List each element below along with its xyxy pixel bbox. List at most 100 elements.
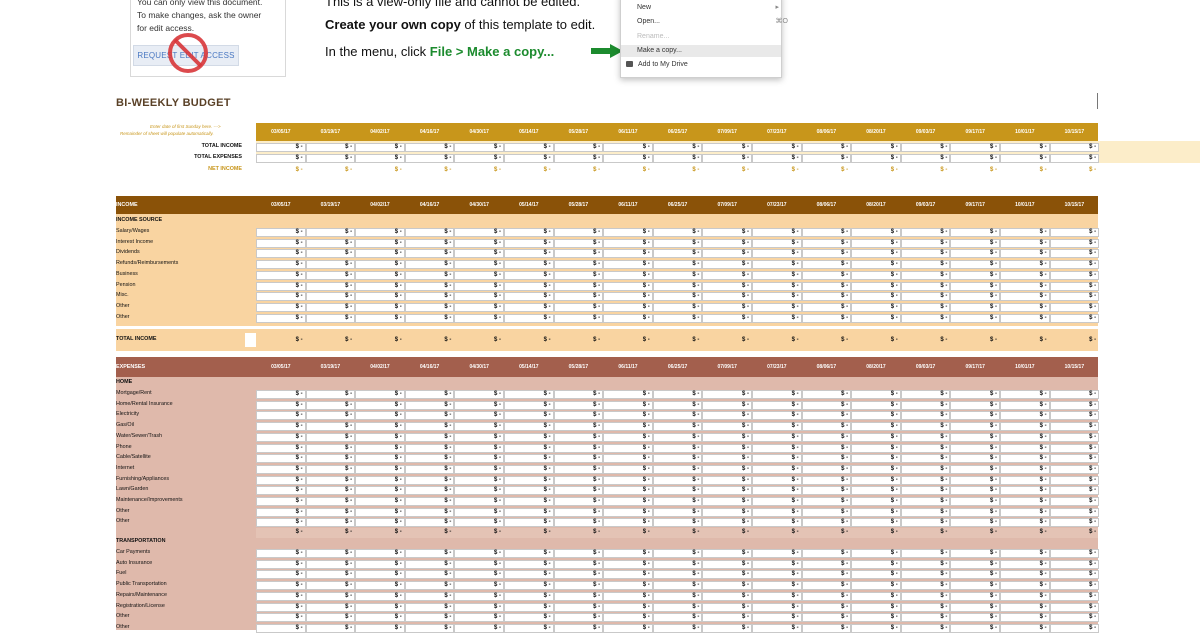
date-header: 03/05/17 <box>271 364 291 370</box>
home-row-label: Furnishing/Appliances <box>116 475 170 482</box>
transport-row-value: $ - <box>1039 614 1047 621</box>
summary-row-value: $ - <box>841 155 849 161</box>
menu-item-rename[interactable]: Rename... <box>637 31 669 43</box>
income-row-value: $ - <box>791 282 799 289</box>
home-row-value: $ - <box>295 444 303 451</box>
home-row-value: $ - <box>890 465 898 472</box>
home-row-label: Gas/Oil <box>116 422 134 429</box>
transport-row-value: $ - <box>989 550 997 556</box>
home-row-label: Internet <box>116 464 135 471</box>
transport-row-label: Other <box>116 613 130 620</box>
home-row-value: $ - <box>1089 423 1097 430</box>
date-header: 10/01/17 <box>1015 129 1035 135</box>
income-row-value: $ - <box>890 250 898 257</box>
income-row-value: $ - <box>1039 271 1047 278</box>
summary-row-value: $ - <box>593 144 601 150</box>
income-row-value: $ - <box>890 271 898 278</box>
home-subtotal-row-value: $ - <box>493 529 501 535</box>
income-row-value: $ - <box>741 239 749 246</box>
summary-row-value: $ - <box>890 144 898 150</box>
home-row-value: $ - <box>394 455 402 462</box>
transport-row-value: $ - <box>841 582 849 589</box>
transport-row-value: $ - <box>345 582 353 589</box>
summary-row-value: $ - <box>692 155 700 161</box>
transport-row-value: $ - <box>940 550 948 556</box>
home-row-value: $ - <box>593 401 601 408</box>
income-row-value: $ - <box>1039 282 1047 289</box>
home-row-value: $ - <box>543 476 551 483</box>
home-row-value: $ - <box>642 391 650 397</box>
date-header: 06/11/17 <box>618 364 638 370</box>
income-row-value: $ - <box>295 282 303 289</box>
transport-row-value: $ - <box>642 592 650 599</box>
income-row-value: $ - <box>791 250 799 257</box>
summary-row-value: $ - <box>791 144 799 150</box>
menu-item-add-to-drive[interactable]: Add to My Drive <box>626 59 688 71</box>
transport-row-value: $ - <box>890 582 898 589</box>
home-row-value: $ - <box>295 423 303 430</box>
home-row-value: $ - <box>1089 465 1097 472</box>
income-row-value: $ - <box>890 229 898 235</box>
income-row-value: $ - <box>444 239 452 246</box>
income-row-value: $ - <box>493 314 501 321</box>
transport-row-value: $ - <box>345 624 353 631</box>
income-row-label: Other <box>116 313 130 320</box>
income-row-value: $ - <box>940 271 948 278</box>
income-row-value: $ - <box>841 229 849 235</box>
home-row-value: $ - <box>989 401 997 408</box>
transport-row-value: $ - <box>593 560 601 567</box>
income-row-value: $ - <box>1089 303 1097 310</box>
income-row-value: $ - <box>1039 250 1047 257</box>
transport-row-value: $ - <box>791 614 799 621</box>
date-header: 09/17/17 <box>965 129 985 135</box>
income-row-value: $ - <box>593 229 601 235</box>
income-row-value: $ - <box>841 250 849 257</box>
transport-row-value: $ - <box>1039 582 1047 589</box>
net-income-row-value: $ - <box>890 167 898 173</box>
home-row-value: $ - <box>1039 412 1047 419</box>
home-row-value: $ - <box>1089 391 1097 397</box>
home-row-value: $ - <box>890 498 898 504</box>
home-subtotal-row-value: $ - <box>543 529 551 535</box>
summary-row-value: $ - <box>444 155 452 161</box>
home-row-value: $ - <box>345 508 353 515</box>
menu-item-new[interactable]: New ▸ <box>637 2 779 14</box>
menu-item-open[interactable]: Open... ⌘O <box>637 16 788 28</box>
income-row-value: $ - <box>1039 314 1047 321</box>
transport-row-value: $ - <box>1089 582 1097 589</box>
home-row-value: $ - <box>593 423 601 430</box>
home-row-value: $ - <box>543 412 551 419</box>
transport-row-value: $ - <box>394 624 402 631</box>
home-row-label: Lawn/Garden <box>116 486 149 493</box>
home-row-value: $ - <box>1089 433 1097 440</box>
transport-row-value: $ - <box>1089 560 1097 567</box>
income-row-value: $ - <box>989 303 997 310</box>
transport-row-value: $ - <box>295 550 303 556</box>
home-row-value: $ - <box>791 412 799 419</box>
home-row-value: $ - <box>444 498 452 504</box>
transport-row-value: $ - <box>692 571 700 578</box>
transport-row-value: $ - <box>345 592 353 599</box>
summary-row-value: $ - <box>593 155 601 161</box>
home-row-value: $ - <box>741 433 749 440</box>
net-income-row-value: $ - <box>989 167 997 173</box>
menu-item-make-a-copy[interactable]: Make a copy... <box>621 45 781 57</box>
income-total-row-value: $ - <box>989 337 997 343</box>
income-row-label: Misc. <box>116 292 129 299</box>
transport-row-value: $ - <box>741 571 749 578</box>
home-row-value: $ - <box>989 476 997 483</box>
home-row-value: $ - <box>543 487 551 494</box>
income-row-value: $ - <box>394 250 402 257</box>
income-row-value: $ - <box>345 250 353 257</box>
home-row-value: $ - <box>791 444 799 451</box>
home-row-value: $ - <box>493 487 501 494</box>
home-row-value: $ - <box>841 487 849 494</box>
home-row-value: $ - <box>791 487 799 494</box>
home-row-value: $ - <box>940 423 948 430</box>
income-total-row-value: $ - <box>841 337 849 343</box>
income-row-value: $ - <box>394 303 402 310</box>
home-row-value: $ - <box>394 412 402 419</box>
transport-row-value: $ - <box>493 560 501 567</box>
summary-row-value: $ - <box>642 155 650 161</box>
transport-row-label: Auto Insurance <box>116 559 153 566</box>
